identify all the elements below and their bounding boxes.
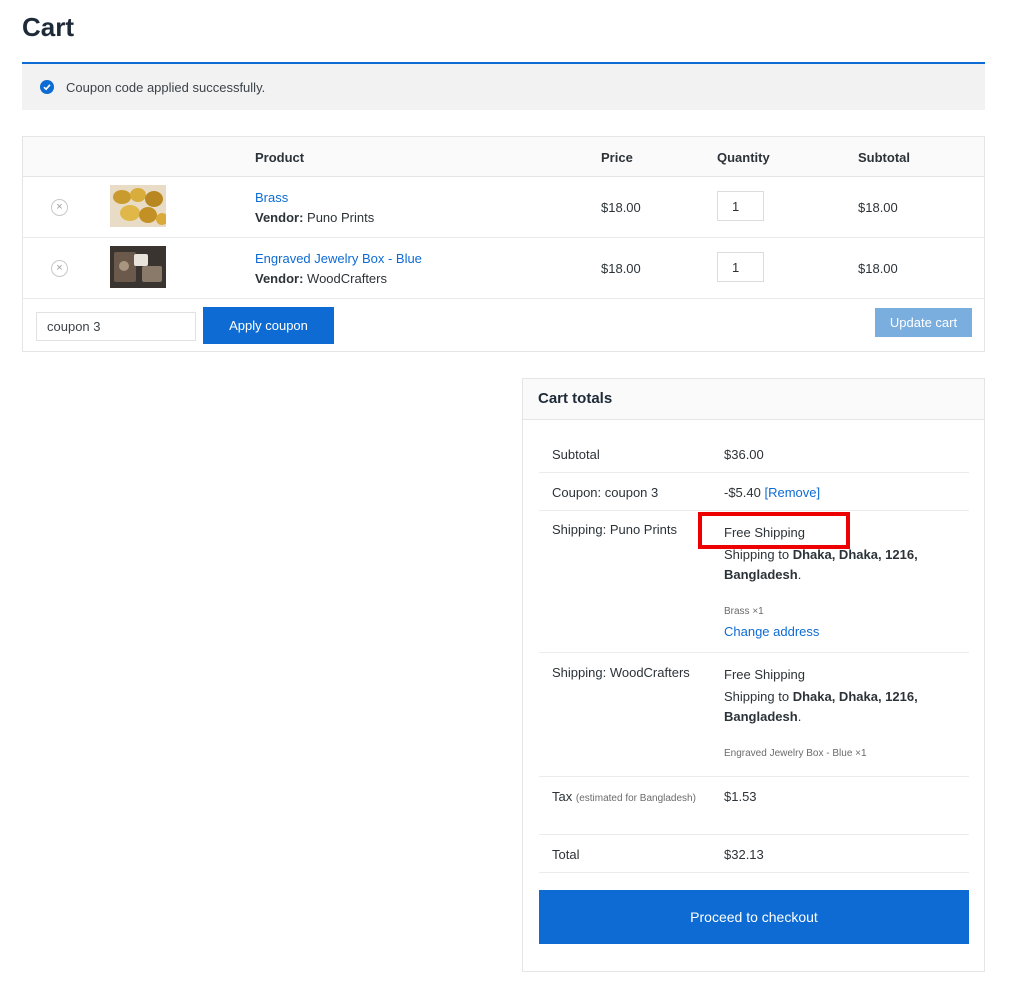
tax-label: Tax	[552, 789, 573, 804]
header-price: Price	[601, 150, 633, 165]
shipping-label: Shipping: WoodCrafters	[552, 665, 690, 680]
header-product: Product	[255, 150, 305, 165]
vendor-info: Vendor: WoodCrafters	[255, 271, 387, 286]
vendor-name: Puno Prints	[307, 210, 375, 225]
item-price: $18.00	[601, 261, 641, 276]
tax-label-group: Tax (estimated for Bangladesh)	[552, 787, 702, 809]
totals-row-total: Total $32.13	[539, 835, 969, 873]
shipping-period: .	[797, 709, 802, 724]
remove-item-button[interactable]: ×	[51, 260, 68, 277]
product-thumbnail[interactable]	[110, 246, 166, 288]
coupon-success-notice: Coupon code applied successfully.	[22, 62, 985, 110]
notice-message: Coupon code applied successfully.	[66, 79, 266, 95]
proceed-to-checkout-button[interactable]: Proceed to checkout	[539, 890, 969, 944]
apply-coupon-button[interactable]: Apply coupon	[203, 307, 334, 344]
coupon-input[interactable]	[36, 312, 196, 341]
shipping-label: Shipping: Puno Prints	[552, 522, 678, 537]
shipping-details: Free Shipping Shipping to Dhaka, Dhaka, …	[724, 665, 964, 764]
coupon-discount-value: -$5.40	[724, 485, 761, 500]
total-value: $32.13	[724, 847, 764, 862]
shipping-destination: Shipping to Dhaka, Dhaka, 1216, Banglade…	[724, 545, 964, 585]
shipping-to-prefix: Shipping to	[724, 547, 790, 562]
cart-table: Product Price Quantity Subtotal × Brass …	[22, 136, 985, 352]
shipping-items: Engraved Jewelry Box - Blue ×1	[724, 748, 867, 759]
product-link[interactable]: Engraved Jewelry Box - Blue	[255, 251, 422, 266]
totals-row-coupon: Coupon: coupon 3 -$5.40 [Remove]	[539, 473, 969, 511]
totals-row-subtotal: Subtotal $36.00	[539, 434, 969, 473]
subtotal-value: $36.00	[724, 447, 764, 462]
vendor-label: Vendor:	[255, 210, 304, 225]
quantity-input[interactable]	[717, 252, 764, 282]
vendor-info: Vendor: Puno Prints	[255, 210, 374, 225]
cart-row: × Brass Vendor: Puno Prints $18.00 $18.0…	[23, 177, 984, 238]
quantity-input[interactable]	[717, 191, 764, 221]
item-price: $18.00	[601, 200, 641, 215]
shipping-destination: Shipping to Dhaka, Dhaka, 1216, Banglade…	[724, 687, 964, 727]
product-link[interactable]: Brass	[255, 190, 288, 205]
product-thumbnail[interactable]	[110, 185, 166, 227]
shipping-period: .	[797, 567, 802, 582]
subtotal-label: Subtotal	[552, 447, 600, 462]
change-address-link[interactable]: Change address	[724, 622, 964, 642]
cart-totals-title: Cart totals	[523, 379, 984, 420]
header-subtotal: Subtotal	[858, 150, 910, 165]
shipping-method: Free Shipping	[724, 667, 805, 682]
coupon-discount: -$5.40 [Remove]	[724, 485, 820, 500]
highlight-box	[698, 512, 850, 549]
cart-table-header: Product Price Quantity Subtotal	[23, 137, 984, 177]
coupon-label: Coupon: coupon 3	[552, 485, 659, 500]
remove-coupon-link[interactable]: [Remove]	[765, 485, 821, 500]
item-subtotal: $18.00	[858, 261, 898, 276]
tax-note: (estimated for Bangladesh)	[575, 793, 696, 804]
vendor-name: WoodCrafters	[307, 271, 387, 286]
item-subtotal: $18.00	[858, 200, 898, 215]
total-label: Total	[552, 847, 580, 862]
cart-totals: Cart totals Subtotal $36.00 Coupon: coup…	[522, 378, 985, 972]
update-cart-button[interactable]: Update cart	[875, 308, 972, 337]
check-circle-icon	[40, 80, 54, 94]
remove-item-button[interactable]: ×	[51, 199, 68, 216]
cart-actions: Apply coupon Update cart	[23, 299, 984, 353]
totals-row-tax: Tax (estimated for Bangladesh) $1.53	[539, 777, 969, 835]
cart-row: × Engraved Jewelry Box - Blue Vendor: Wo…	[23, 238, 984, 299]
shipping-to-prefix: Shipping to	[724, 689, 790, 704]
header-quantity: Quantity	[717, 150, 770, 165]
tax-value: $1.53	[724, 789, 757, 804]
shipping-items: Brass ×1	[724, 606, 764, 617]
page-title: Cart	[22, 12, 75, 42]
totals-row-shipping: Shipping: WoodCrafters Free Shipping Shi…	[539, 653, 969, 777]
vendor-label: Vendor:	[255, 271, 304, 286]
